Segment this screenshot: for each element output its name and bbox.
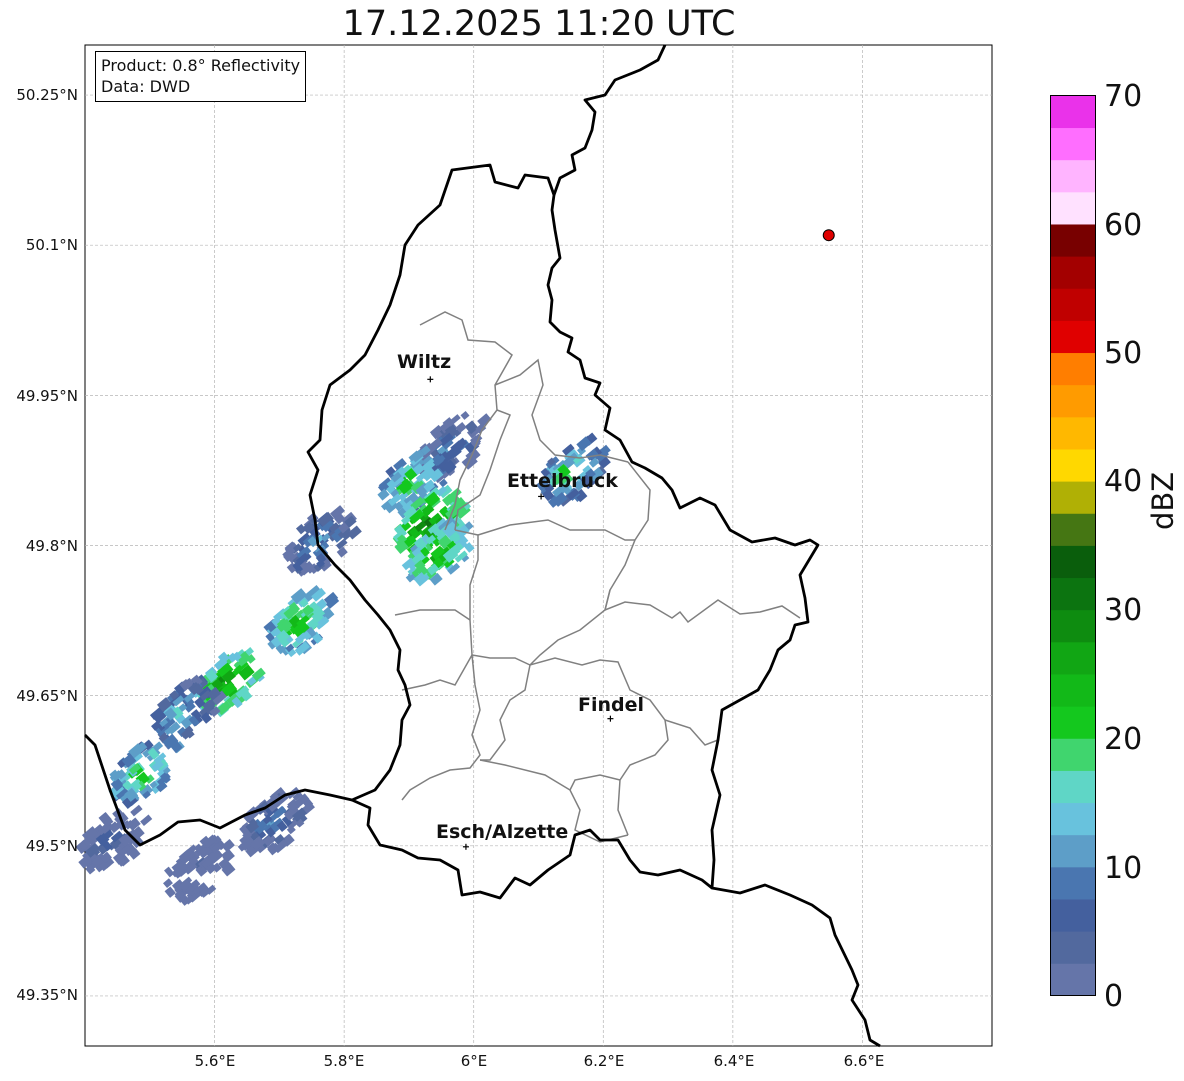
colorbar-segment	[1050, 416, 1096, 450]
lon-tick-label: 5.8°E	[323, 1052, 365, 1070]
colorbar-segment	[1050, 641, 1096, 675]
colorbar-segment	[1050, 738, 1096, 771]
radar-map	[75, 44, 993, 1048]
city-label-wiltz: Wiltz	[397, 351, 452, 373]
lon-tick-label: 6.2°E	[583, 1052, 625, 1070]
colorbar-segment	[1050, 288, 1096, 321]
colorbar-segment	[1050, 191, 1096, 225]
colorbar	[1050, 95, 1096, 996]
colorbar-segment	[1050, 513, 1096, 546]
colorbar-tick-label: 20	[1104, 722, 1143, 757]
colorbar-segment	[1050, 706, 1096, 739]
lon-tick-label: 6.6°E	[843, 1052, 885, 1070]
colorbar-segment	[1050, 931, 1096, 964]
lat-tick-label: 50.25°N	[16, 86, 78, 104]
lon-tick-label: 5.6°E	[194, 1052, 236, 1070]
colorbar-segment	[1050, 802, 1096, 836]
colorbar-tick-label: 50	[1104, 336, 1143, 371]
colorbar-segment	[1050, 963, 1096, 996]
lat-tick-label: 49.65°N	[16, 687, 78, 705]
colorbar-segment	[1050, 352, 1096, 386]
colorbar-segment	[1050, 127, 1096, 161]
colorbar-segment	[1050, 481, 1096, 514]
colorbar-segment	[1050, 899, 1096, 932]
colorbar-unit-label: dBZ	[1146, 471, 1180, 530]
colorbar-segment	[1050, 224, 1096, 257]
map-title: 17.12.2025 11:20 UTC	[342, 4, 736, 44]
colorbar-segment	[1050, 449, 1096, 482]
lat-tick-label: 49.35°N	[16, 986, 78, 1004]
city-label-findel: Findel	[578, 694, 645, 716]
colorbar-segment	[1050, 834, 1096, 868]
colorbar-segment	[1050, 320, 1096, 354]
colorbar-segment	[1050, 256, 1096, 289]
data-source-label: Data: DWD	[101, 77, 191, 96]
colorbar-segment	[1050, 609, 1096, 643]
colorbar-segment	[1050, 577, 1096, 611]
lat-tick-label: 49.8°N	[25, 537, 78, 555]
colorbar-segment	[1050, 866, 1096, 900]
colorbar-segment	[1050, 770, 1096, 804]
lon-tick-label: 6.4°E	[713, 1052, 755, 1070]
product-label: Product: 0.8° Reflectivity	[101, 56, 301, 75]
colorbar-tick-label: 70	[1104, 79, 1143, 114]
city-label-esch-alzette: Esch/Alzette	[436, 821, 569, 843]
info-box: Product: 0.8° Reflectivity Data: DWD	[95, 51, 307, 102]
colorbar-tick-label: 30	[1104, 593, 1143, 628]
colorbar-tick-label: 40	[1104, 464, 1143, 499]
colorbar-segment	[1050, 384, 1096, 418]
colorbar-segment	[1050, 159, 1096, 193]
lon-tick-label: 6°E	[460, 1052, 488, 1070]
lat-tick-label: 49.95°N	[16, 387, 78, 405]
colorbar-tick-label: 60	[1104, 208, 1143, 243]
lat-tick-label: 50.1°N	[25, 236, 78, 254]
colorbar-segment	[1050, 674, 1096, 707]
colorbar-segment	[1050, 95, 1096, 129]
colorbar-segment	[1050, 545, 1096, 579]
colorbar-tick-label: 10	[1104, 851, 1143, 886]
colorbar-tick-label: 0	[1104, 979, 1124, 1014]
lat-tick-label: 49.5°N	[25, 837, 78, 855]
radar-site-marker	[822, 229, 835, 242]
city-label-ettelbruck: Ettelbruck	[507, 470, 618, 492]
